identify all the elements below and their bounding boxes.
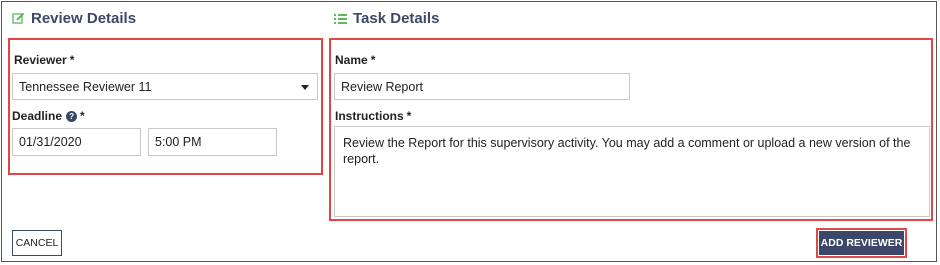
instructions-textarea[interactable]: Review the Report for this supervisory a… xyxy=(334,126,930,217)
caret-down-icon xyxy=(301,84,309,90)
add-reviewer-button[interactable]: ADD REVIEWER xyxy=(819,231,904,255)
reviewer-select-value: Tennessee Reviewer 11 xyxy=(19,79,152,94)
task-details-title: Task Details xyxy=(353,10,440,27)
reviewer-select[interactable]: Tennessee Reviewer 11 xyxy=(12,73,318,100)
edit-icon xyxy=(12,12,25,25)
task-details-heading: Task Details xyxy=(334,10,439,27)
name-input[interactable]: Review Report xyxy=(334,73,630,100)
name-label: Name * xyxy=(335,53,376,67)
deadline-time-input[interactable]: 5:00 PM xyxy=(148,128,277,156)
review-details-heading: Review Details xyxy=(12,10,136,27)
review-details-title: Review Details xyxy=(31,10,137,27)
cancel-button[interactable]: CANCEL xyxy=(12,230,62,256)
deadline-label: Deadline? * xyxy=(12,109,85,123)
help-icon[interactable]: ? xyxy=(66,111,78,123)
instructions-label: Instructions * xyxy=(335,109,412,123)
reviewer-label: Reviewer * xyxy=(14,53,75,67)
list-icon xyxy=(334,13,347,25)
deadline-date-input[interactable]: 01/31/2020 xyxy=(12,128,141,156)
